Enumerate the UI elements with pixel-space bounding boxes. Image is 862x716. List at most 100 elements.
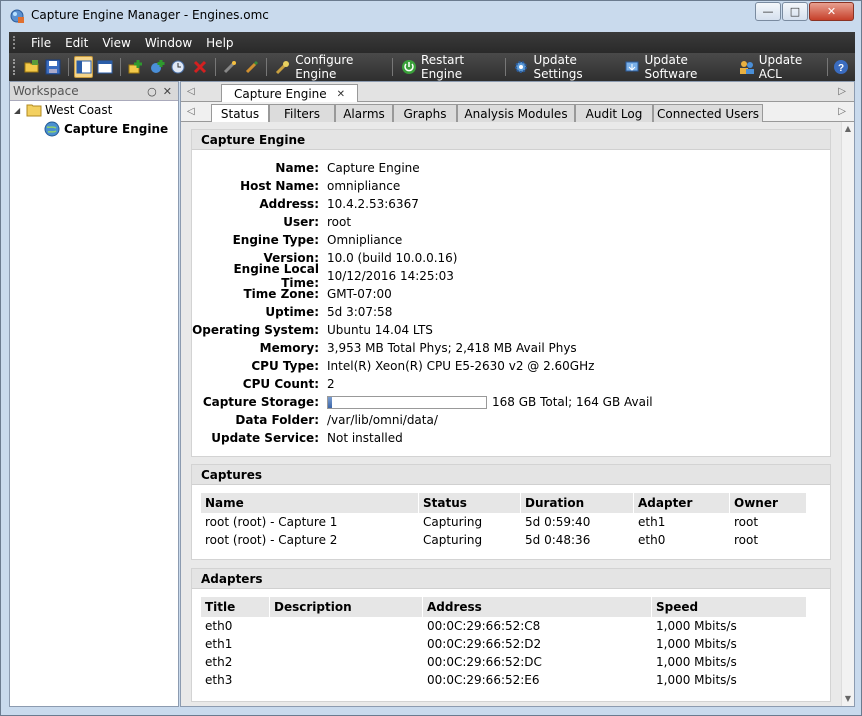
tab-alarms[interactable]: Alarms bbox=[335, 104, 393, 122]
column-header[interactable]: Owner bbox=[730, 493, 807, 513]
table-row[interactable]: eth1 00:0C:29:66:52:D2 1,000 Mbits/s bbox=[201, 635, 807, 653]
column-header[interactable]: Adapter bbox=[634, 493, 730, 513]
scroll-up-icon[interactable]: ▲ bbox=[842, 122, 854, 136]
power-icon bbox=[401, 59, 417, 75]
field-label: Host Name: bbox=[240, 179, 319, 193]
tree-item-capture-engine[interactable]: Capture Engine bbox=[44, 121, 169, 137]
engine-info-section: Capture Engine Name: Capture Engine Host N… bbox=[191, 129, 831, 457]
engine-field-row: Engine Local Time: 10/12/2016 14:25:03 bbox=[192, 262, 830, 290]
help-button[interactable]: ? bbox=[832, 56, 851, 78]
save-button[interactable] bbox=[43, 56, 62, 78]
configure-engine-button[interactable]: Configure Engine bbox=[271, 53, 388, 81]
title-bar[interactable]: Capture Engine Manager - Engines.omc — □… bbox=[1, 1, 861, 31]
update-software-button[interactable]: Update Software bbox=[620, 53, 734, 81]
tab-label: Audit Log bbox=[585, 106, 643, 121]
window-layout-icon bbox=[97, 60, 113, 74]
engine-field-row: CPU Type: Intel(R) Xeon(R) CPU E5-2630 v2… bbox=[192, 357, 830, 375]
subtab-scroll-left-icon[interactable]: ◁ bbox=[187, 106, 195, 117]
tab-filters[interactable]: Filters bbox=[269, 104, 335, 122]
engine-tool-button[interactable] bbox=[220, 56, 239, 78]
tab-audit-log[interactable]: Audit Log bbox=[575, 104, 653, 122]
menu-help[interactable]: Help bbox=[199, 36, 240, 50]
column-header[interactable]: Description bbox=[270, 597, 423, 617]
document-tab-strip: ◁ Capture Engine ✕ ▷ bbox=[181, 82, 854, 103]
menubar-grip[interactable] bbox=[13, 36, 16, 49]
toolbar-separator bbox=[67, 58, 69, 76]
column-header[interactable]: Name bbox=[201, 493, 419, 513]
engine-field-row: Capture Storage: 168 GB Total; 164 GB Ava… bbox=[192, 393, 830, 411]
field-value: 10.4.2.53:6367 bbox=[327, 197, 419, 211]
configure-icon bbox=[275, 59, 291, 75]
tab-graphs[interactable]: Graphs bbox=[393, 104, 457, 122]
storage-progress-bar bbox=[327, 395, 487, 409]
column-header[interactable]: Address bbox=[423, 597, 652, 617]
svg-text:?: ? bbox=[838, 63, 844, 74]
subtab-scroll-right-icon[interactable]: ▷ bbox=[838, 106, 846, 117]
tab-status[interactable]: Status bbox=[211, 104, 269, 123]
layout-full-button[interactable] bbox=[95, 56, 114, 78]
field-value: root bbox=[327, 215, 352, 229]
column-header[interactable]: Duration bbox=[521, 493, 634, 513]
table-row[interactable]: eth0 00:0C:29:66:52:C8 1,000 Mbits/s bbox=[201, 617, 807, 635]
maximize-button[interactable]: □ bbox=[782, 2, 808, 21]
toolbar-separator bbox=[214, 58, 216, 76]
help-icon: ? bbox=[834, 60, 849, 74]
column-header[interactable]: Title bbox=[201, 597, 270, 617]
tab-connected-users[interactable]: Connected Users bbox=[653, 104, 763, 122]
menu-view[interactable]: View bbox=[95, 36, 137, 50]
table-cell: 1,000 Mbits/s bbox=[656, 637, 737, 651]
tab-label: Alarms bbox=[343, 106, 385, 121]
open-folder-icon bbox=[24, 60, 39, 73]
adapters-rows: eth0 00:0C:29:66:52:C8 1,000 Mbits/s eth1 00… bbox=[201, 617, 807, 689]
tab-scroll-right-icon[interactable]: ▷ bbox=[838, 86, 846, 97]
vertical-scrollbar[interactable]: ▲ ▼ bbox=[841, 122, 854, 706]
engine-field-row: Name: Capture Engine bbox=[192, 159, 830, 177]
table-row[interactable]: eth2 00:0C:29:66:52:DC 1,000 Mbits/s bbox=[201, 653, 807, 671]
add-icon bbox=[128, 60, 143, 74]
close-button[interactable]: ✕ bbox=[809, 2, 854, 21]
tab-capture-engine[interactable]: Capture Engine ✕ bbox=[221, 84, 359, 103]
field-label: Operating System: bbox=[192, 323, 319, 337]
engine-tool2-button[interactable] bbox=[242, 56, 261, 78]
table-row[interactable]: root (root) - Capture 1 Capturing 5d 0:59:… bbox=[201, 513, 807, 531]
tab-label: Graphs bbox=[403, 106, 447, 121]
delete-button[interactable] bbox=[190, 56, 209, 78]
add-group-button[interactable] bbox=[147, 56, 166, 78]
minimize-button[interactable]: — bbox=[755, 2, 781, 21]
table-row[interactable]: root (root) - Capture 2 Capturing 5d 0:48:… bbox=[201, 531, 807, 549]
layout-sidebar-button[interactable] bbox=[73, 56, 94, 78]
menu-edit[interactable]: Edit bbox=[58, 36, 95, 50]
panel-close-icon[interactable]: ✕ bbox=[163, 85, 172, 98]
table-cell: root (root) - Capture 1 bbox=[205, 515, 338, 529]
field-value: Not installed bbox=[327, 431, 403, 445]
engine-field-row: User: root bbox=[192, 213, 830, 231]
update-settings-button[interactable]: Update Settings bbox=[509, 53, 620, 81]
captures-table: Name Status Duration Adapter Owner root … bbox=[201, 493, 807, 549]
open-folder-button[interactable] bbox=[22, 56, 41, 78]
column-header[interactable]: Status bbox=[419, 493, 521, 513]
update-acl-button[interactable]: Update ACL bbox=[735, 53, 823, 81]
table-cell: 5d 0:48:36 bbox=[525, 533, 591, 547]
scroll-down-icon[interactable]: ▼ bbox=[842, 692, 854, 706]
menu-file[interactable]: File bbox=[24, 36, 58, 50]
configure-engine-label: Configure Engine bbox=[295, 53, 354, 81]
column-header[interactable]: Speed bbox=[652, 597, 807, 617]
restart-engine-button[interactable]: Restart Engine bbox=[397, 53, 501, 81]
pin-icon[interactable]: ○ bbox=[147, 85, 157, 98]
tree-item-west-coast[interactable]: ◢ West Coast bbox=[14, 103, 112, 117]
tab-scroll-left-icon[interactable]: ◁ bbox=[187, 86, 195, 97]
tab-close-icon[interactable]: ✕ bbox=[337, 89, 345, 100]
tab-analysis-modules[interactable]: Analysis Modules bbox=[457, 104, 575, 122]
toolbar-grip[interactable] bbox=[13, 59, 16, 75]
table-row[interactable]: eth3 00:0C:29:66:52:E6 1,000 Mbits/s bbox=[201, 671, 807, 689]
tab-label: Status bbox=[220, 106, 260, 121]
engine-field-row: CPU Count: 2 bbox=[192, 375, 830, 393]
expand-triangle-icon[interactable]: ◢ bbox=[14, 106, 26, 115]
field-value: 5d 3:07:58 bbox=[327, 305, 393, 319]
connect-button[interactable] bbox=[169, 56, 188, 78]
field-value: 10/12/2016 14:25:03 bbox=[327, 269, 454, 283]
add-engine-button[interactable] bbox=[126, 56, 145, 78]
toolbar-separator bbox=[266, 58, 268, 76]
table-cell: 00:0C:29:66:52:DC bbox=[427, 655, 542, 669]
menu-window[interactable]: Window bbox=[138, 36, 199, 50]
